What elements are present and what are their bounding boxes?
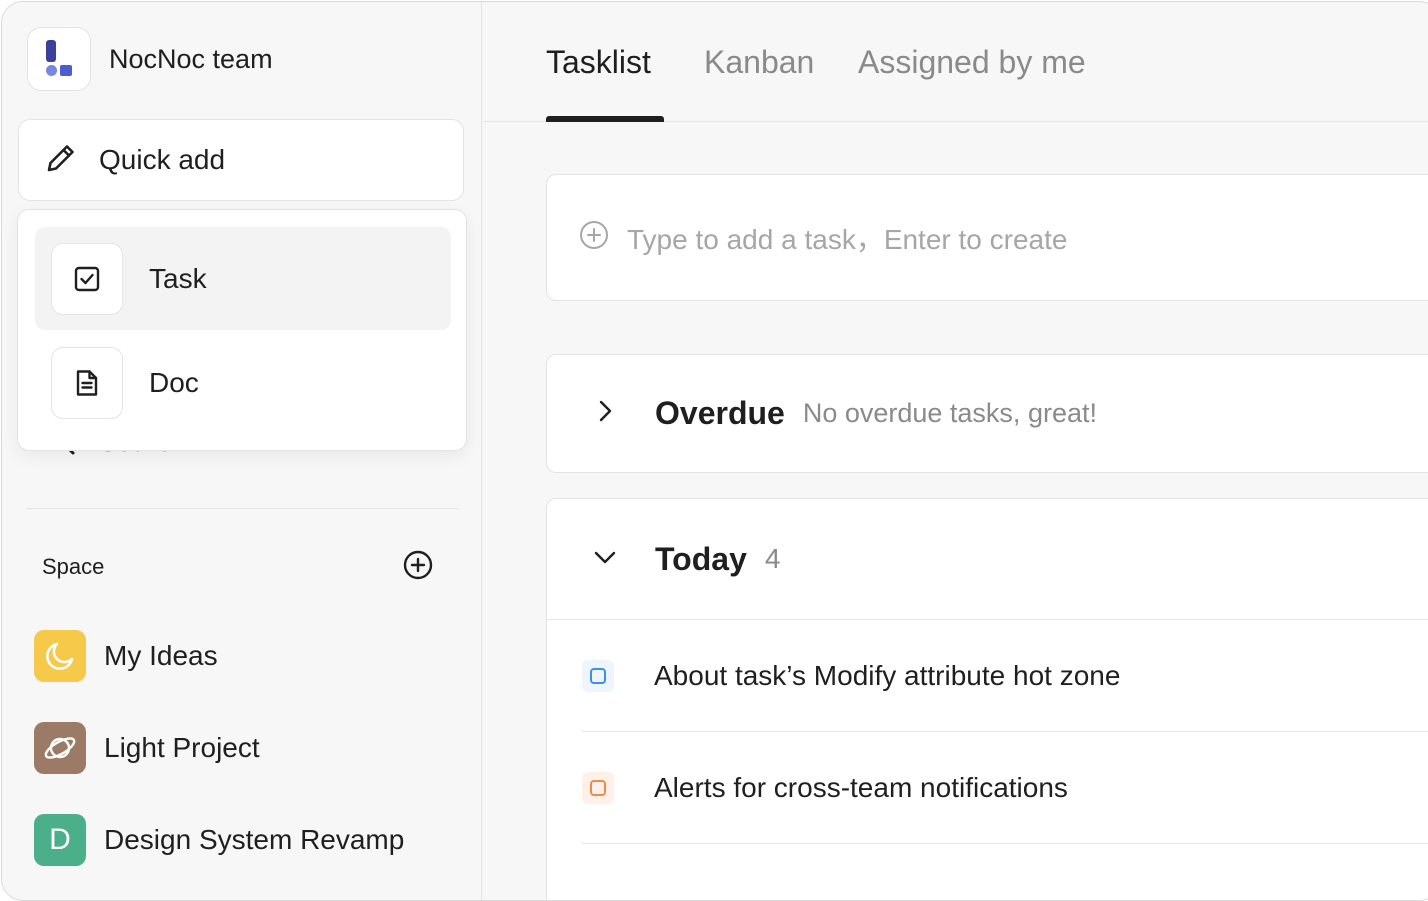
- document-icon: [51, 346, 123, 419]
- task-row[interactable]: About task’s Modify attribute hot zone: [582, 620, 1428, 732]
- moon-icon: [34, 630, 86, 682]
- chevron-right-icon[interactable]: [593, 399, 617, 428]
- space-header: Space: [42, 547, 434, 587]
- today-header[interactable]: Today 4: [547, 499, 1428, 620]
- tab-bar: Tasklist Kanban Assigned by me: [482, 2, 1428, 122]
- team-switcher[interactable]: NocNoc team: [27, 27, 273, 91]
- tab-kanban[interactable]: Kanban: [704, 44, 814, 81]
- task-row[interactable]: Alerts for cross-team notifications: [582, 732, 1428, 844]
- chevron-down-icon[interactable]: [593, 545, 617, 574]
- app-window: NocNoc team Quick add Search: [1, 1, 1428, 901]
- add-circle-icon: [579, 220, 609, 255]
- overdue-section[interactable]: Overdue No overdue tasks, great!: [546, 354, 1428, 473]
- quick-add-menu: Task Doc: [17, 209, 467, 451]
- overdue-note: No overdue tasks, great!: [802, 398, 1097, 428]
- tab-assigned-by-me[interactable]: Assigned by me: [858, 44, 1086, 81]
- team-logo-icon: [27, 27, 91, 91]
- today-title: Today: [655, 540, 747, 577]
- space-item-my-ideas[interactable]: My Ideas: [34, 630, 218, 682]
- task-title: Alerts for cross-team notifications: [654, 771, 1068, 803]
- quick-add-button[interactable]: Quick add: [18, 119, 464, 201]
- quick-add-label: Quick add: [99, 144, 226, 175]
- overdue-title: Overdue: [655, 395, 785, 431]
- today-count: 4: [764, 543, 781, 574]
- team-name: NocNoc team: [109, 43, 273, 74]
- today-section: Today 4 About task’s Modify attribute ho…: [546, 498, 1428, 900]
- tab-tasklist[interactable]: Tasklist: [546, 44, 651, 81]
- space-item-label: Design System Revamp: [104, 824, 405, 855]
- letter-d-icon: D: [34, 814, 86, 866]
- menu-item-label: Task: [149, 262, 207, 294]
- sidebar-divider: [26, 508, 458, 509]
- add-task-placeholder: Type to add a task，Enter to create: [627, 223, 1068, 255]
- add-task-input[interactable]: Type to add a task，Enter to create: [546, 174, 1428, 301]
- planet-icon: [34, 722, 86, 774]
- sidebar: NocNoc team Quick add Search: [2, 2, 482, 900]
- menu-item-doc[interactable]: Doc: [35, 331, 451, 434]
- space-item-light-project[interactable]: Light Project: [34, 722, 260, 774]
- task-checkbox[interactable]: [582, 771, 614, 804]
- menu-item-task[interactable]: Task: [35, 227, 451, 330]
- add-space-icon[interactable]: [402, 549, 434, 586]
- active-tab-indicator: [546, 116, 664, 122]
- space-item-label: Light Project: [104, 732, 260, 763]
- menu-item-label: Doc: [149, 366, 199, 398]
- task-checkbox[interactable]: [582, 659, 614, 692]
- space-item-design-system-revamp[interactable]: D Design System Revamp: [34, 814, 404, 866]
- main-content: Tasklist Kanban Assigned by me Type to a…: [482, 2, 1428, 900]
- checkbox-icon: [51, 242, 123, 315]
- space-item-label: My Ideas: [104, 640, 218, 671]
- task-title: About task’s Modify attribute hot zone: [654, 659, 1121, 691]
- pencil-icon: [43, 140, 79, 181]
- space-label: Space: [42, 554, 105, 579]
